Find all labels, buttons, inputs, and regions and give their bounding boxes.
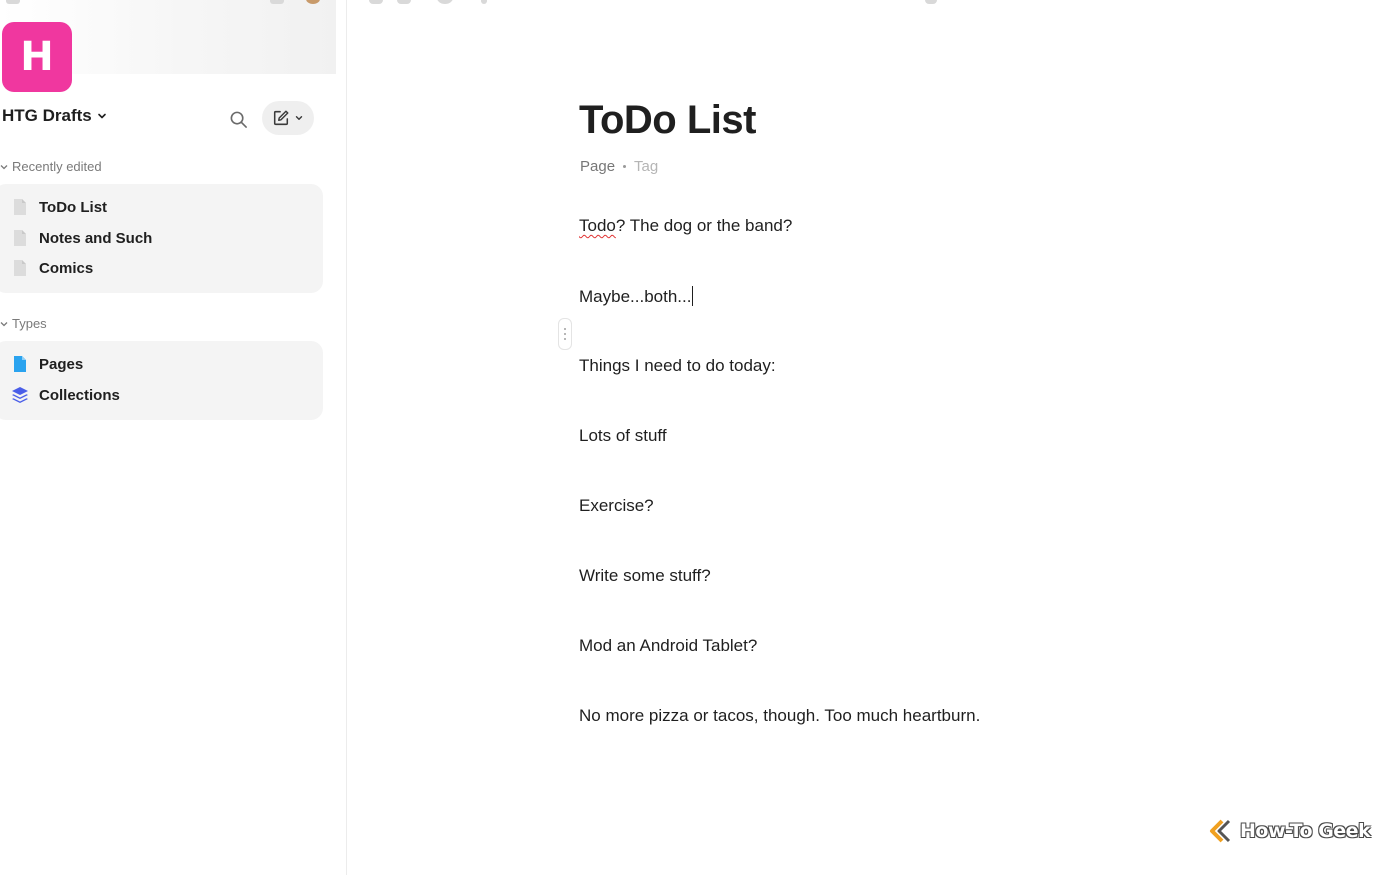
chevron-down-icon <box>97 113 106 119</box>
caret-down-icon <box>0 164 8 169</box>
sidebar-item-comics[interactable]: Comics <box>11 256 93 280</box>
sidebar-item-label: Collections <box>39 386 120 404</box>
text-block[interactable]: Exercise? <box>579 496 654 516</box>
block-text: Things I need to do today: <box>579 356 776 375</box>
notifications-icon[interactable] <box>270 0 284 4</box>
block-text: Exercise? <box>579 496 654 515</box>
sidebar-item-collections[interactable]: Collections <box>11 383 120 407</box>
history-icon[interactable] <box>437 0 453 4</box>
misspelled-word: Todo <box>579 216 616 235</box>
types-group: Pages Collections <box>0 341 323 420</box>
search-button[interactable] <box>225 106 251 132</box>
space-switcher[interactable]: HTG Drafts <box>2 106 108 126</box>
search-icon <box>230 111 247 128</box>
section-label: Recently edited <box>12 159 102 174</box>
caret-down-icon <box>0 321 8 326</box>
editor: ToDo List Page Tag Todo? The dog or the … <box>347 0 1377 875</box>
section-recently-edited[interactable]: Recently edited <box>0 159 102 174</box>
forward-icon[interactable] <box>397 0 411 4</box>
block-text: ? The dog or the band? <box>615 216 793 235</box>
block-text: No more pizza or tacos, though. Too much… <box>579 706 981 725</box>
sidebar-item-pages[interactable]: Pages <box>11 352 83 376</box>
text-block[interactable]: Write some stuff? <box>579 566 711 586</box>
watermark-text: How-To Geek <box>1240 820 1371 842</box>
block-text: Maybe...both... <box>579 287 692 306</box>
create-object-button[interactable] <box>262 101 314 135</box>
drag-dots-icon <box>564 328 566 340</box>
space-name: HTG Drafts <box>2 106 92 125</box>
chevron-down-icon <box>295 116 303 120</box>
sidebar-item-label: Comics <box>39 259 94 277</box>
section-label: Types <box>12 316 47 331</box>
page-icon <box>11 259 29 277</box>
sidebar-item-label: Pages <box>39 355 84 373</box>
block-text: Lots of stuff <box>579 426 667 445</box>
object-type-label[interactable]: Page <box>580 158 615 175</box>
text-block[interactable]: Todo? The dog or the band? <box>579 216 792 236</box>
text-block[interactable]: Things I need to do today: <box>579 356 776 376</box>
recent-items-group: ToDo List Notes and Such Comics <box>0 184 323 293</box>
text-block[interactable]: No more pizza or tacos, though. Too much… <box>579 706 980 726</box>
block-drag-handle[interactable] <box>558 318 572 350</box>
block-text: Write some stuff? <box>579 566 711 585</box>
page-icon <box>11 355 29 373</box>
text-block[interactable]: Lots of stuff <box>579 426 667 446</box>
object-meta: Page Tag <box>580 158 658 175</box>
sidebar-item-notes-and-such[interactable]: Notes and Such <box>11 226 152 250</box>
sidebar-item-label: ToDo List <box>39 198 108 216</box>
watermark: How-To Geek <box>1208 818 1371 844</box>
layers-icon <box>11 386 29 404</box>
text-cursor <box>692 286 694 306</box>
separator-dot <box>623 165 627 168</box>
sidebar: H HTG Drafts Recently edited ToDo List N… <box>0 0 347 875</box>
back-icon[interactable] <box>369 0 383 4</box>
sidebar-item-todo-list[interactable]: ToDo List <box>11 195 107 219</box>
section-types[interactable]: Types <box>0 316 47 331</box>
page-title[interactable]: ToDo List <box>579 98 756 143</box>
page-icon <box>11 198 29 216</box>
sidebar-item-label: Notes and Such <box>39 229 153 247</box>
text-block[interactable]: Maybe...both... <box>579 286 694 307</box>
sidebar-toggle-icon[interactable] <box>6 0 20 4</box>
tag-field[interactable]: Tag <box>634 158 658 175</box>
compose-icon <box>273 110 289 126</box>
text-block[interactable]: Mod an Android Tablet? <box>579 636 757 656</box>
htg-logo-icon <box>1210 819 1231 843</box>
page-icon <box>11 229 29 247</box>
block-text: Mod an Android Tablet? <box>579 636 758 655</box>
object-icon[interactable] <box>925 0 937 4</box>
space-avatar[interactable]: H <box>2 22 72 92</box>
pin-icon[interactable] <box>481 0 487 4</box>
